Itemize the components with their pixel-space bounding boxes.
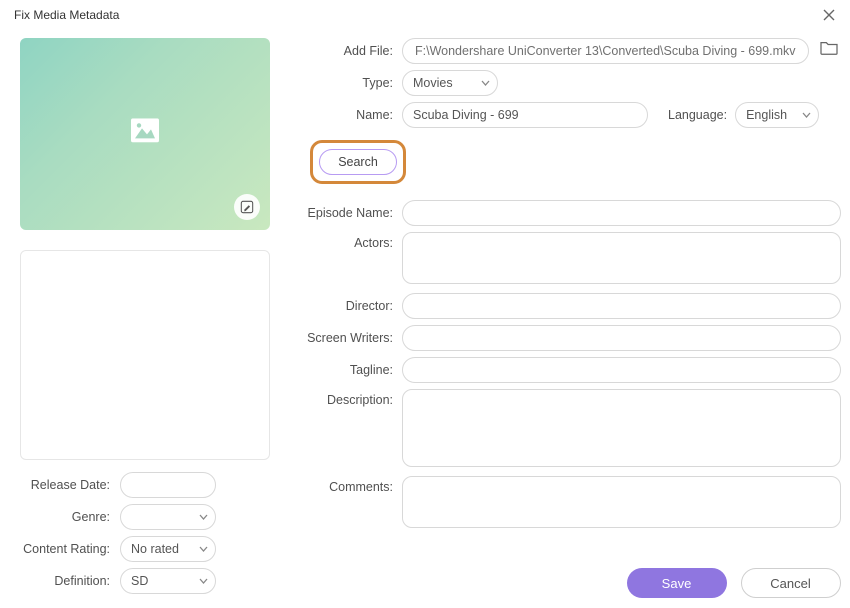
close-icon[interactable] — [822, 8, 836, 22]
episode-name-input[interactable] — [402, 200, 841, 226]
name-input[interactable] — [402, 102, 648, 128]
screen-writers-label: Screen Writers: — [306, 331, 402, 345]
director-label: Director: — [306, 299, 402, 313]
search-highlight-box: Search — [310, 140, 406, 184]
actors-label: Actors: — [306, 232, 402, 250]
release-date-input[interactable] — [120, 472, 216, 498]
actors-input[interactable] — [402, 232, 841, 284]
director-input[interactable] — [402, 293, 841, 319]
content-rating-label: Content Rating: — [20, 542, 120, 556]
screen-writers-input[interactable] — [402, 325, 841, 351]
definition-label: Definition: — [20, 574, 120, 588]
episode-name-label: Episode Name: — [306, 206, 402, 220]
description-input[interactable] — [402, 389, 841, 467]
secondary-preview-panel — [20, 250, 270, 460]
add-file-label: Add File: — [306, 44, 402, 58]
cancel-button[interactable]: Cancel — [741, 568, 841, 598]
description-label: Description: — [306, 389, 402, 407]
release-date-label: Release Date: — [20, 478, 120, 492]
folder-icon[interactable] — [819, 40, 841, 62]
type-select[interactable] — [402, 70, 498, 96]
image-placeholder-icon — [131, 118, 159, 142]
tagline-label: Tagline: — [306, 363, 402, 377]
genre-select[interactable] — [120, 504, 216, 530]
poster-preview — [20, 38, 270, 230]
tagline-input[interactable] — [402, 357, 841, 383]
file-path-display: F:\Wondershare UniConverter 13\Converted… — [402, 38, 809, 64]
name-label: Name: — [306, 108, 402, 122]
type-label: Type: — [306, 76, 402, 90]
language-label: Language: — [668, 108, 727, 122]
definition-select[interactable] — [120, 568, 216, 594]
comments-label: Comments: — [306, 476, 402, 494]
save-button[interactable]: Save — [627, 568, 727, 598]
content-rating-select[interactable] — [120, 536, 216, 562]
comments-input[interactable] — [402, 476, 841, 528]
genre-label: Genre: — [20, 510, 120, 524]
search-button[interactable]: Search — [319, 149, 397, 175]
edit-poster-button[interactable] — [234, 194, 260, 220]
language-select[interactable] — [735, 102, 819, 128]
window-title: Fix Media Metadata — [14, 8, 119, 22]
